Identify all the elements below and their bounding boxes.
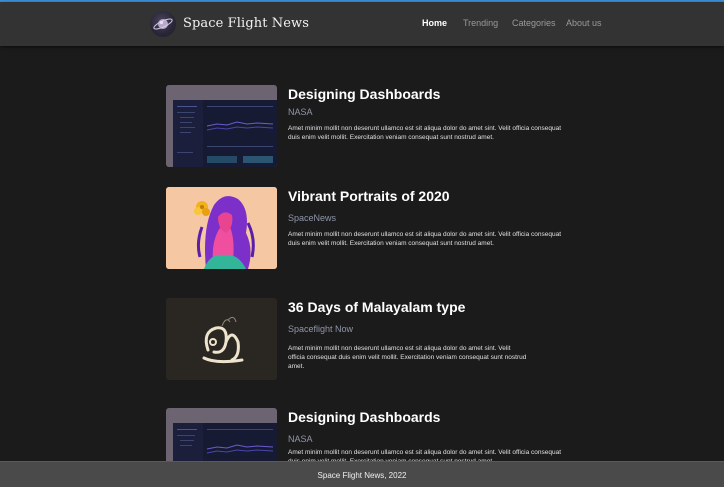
article-card[interactable]: 36 Days of Malayalam type Spaceflight No… (166, 298, 586, 382)
nav-home[interactable]: Home (422, 18, 447, 28)
article-description: Amet minim mollit non deserunt ullamco e… (288, 449, 562, 461)
article-title[interactable]: 36 Days of Malayalam type (288, 299, 465, 315)
article-card[interactable]: Vibrant Portraits of 2020 SpaceNews Amet… (166, 187, 586, 271)
nav-trending[interactable]: Trending (463, 18, 498, 28)
article-source: NASA (288, 434, 313, 444)
dashboard-thumbnail[interactable] (166, 85, 277, 167)
article-title[interactable]: Vibrant Portraits of 2020 (288, 188, 450, 204)
malayalam-type-thumbnail[interactable] (166, 298, 277, 380)
article-description: Amet minim mollit non deserunt ullamco e… (288, 125, 562, 141)
planet-logo-icon[interactable] (150, 11, 176, 37)
article-title[interactable]: Designing Dashboards (288, 86, 440, 102)
footer: Space Flight News, 2022 (0, 461, 724, 487)
article-card[interactable]: Designing Dashboards NASA Amet minim mol… (166, 408, 586, 461)
article-source: Spaceflight Now (288, 324, 354, 334)
article-source: SpaceNews (288, 213, 337, 223)
dashboard-thumbnail[interactable] (166, 408, 277, 461)
article-title[interactable]: Designing Dashboards (288, 409, 440, 425)
article-description: Amet minim mollit non deserunt ullamco e… (288, 345, 527, 370)
nav-categories[interactable]: Categories (512, 18, 556, 28)
article-description: Amet minim mollit non deserunt ullamco e… (288, 231, 562, 247)
site-title[interactable]: Space Flight News (183, 16, 309, 31)
portrait-thumbnail[interactable] (166, 187, 277, 269)
footer-text: Space Flight News, 2022 (317, 471, 407, 480)
top-navbar: Space Flight News Home Trending Categori… (0, 2, 724, 46)
nav-about-us[interactable]: About us (566, 18, 602, 28)
article-source: NASA (288, 107, 313, 117)
article-list: Designing Dashboards NASA Amet minim mol… (0, 46, 724, 461)
article-card[interactable]: Designing Dashboards NASA Amet minim mol… (166, 85, 586, 169)
